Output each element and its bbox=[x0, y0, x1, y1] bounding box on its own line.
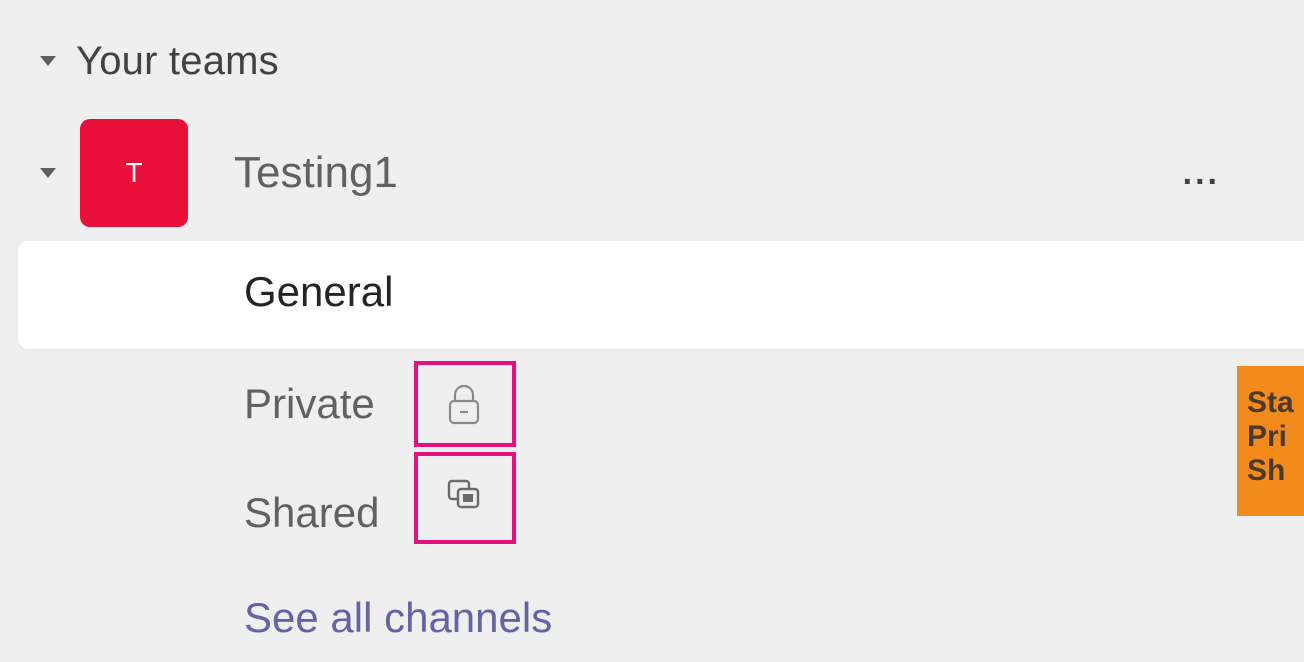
team-name: Testing1 bbox=[234, 148, 398, 197]
section-label: Your teams bbox=[76, 38, 279, 83]
team-avatar: T bbox=[80, 119, 188, 227]
callout-line: Sh bbox=[1247, 454, 1286, 487]
channel-shared-label[interactable]: Shared bbox=[244, 489, 379, 537]
chevron-down-icon bbox=[40, 168, 56, 178]
annotation-callout: Sta Pri Sh bbox=[1237, 366, 1304, 516]
see-all-channels-link[interactable]: See all channels bbox=[244, 594, 552, 642]
channel-general-selected[interactable] bbox=[18, 241, 1304, 349]
teams-sidebar: Your teams T Testing1 ... General Privat… bbox=[0, 0, 1304, 662]
channel-general-label[interactable]: General bbox=[244, 268, 393, 316]
shared-icon-highlight bbox=[414, 452, 516, 544]
private-icon-highlight bbox=[414, 361, 516, 447]
callout-line: Pri bbox=[1247, 420, 1288, 453]
your-teams-header[interactable]: Your teams bbox=[40, 33, 279, 89]
team-item-testing1[interactable]: T Testing1 ... bbox=[40, 118, 1220, 228]
channel-private-label[interactable]: Private bbox=[244, 380, 375, 428]
avatar-initial: T bbox=[125, 157, 143, 188]
chevron-down-icon bbox=[40, 56, 56, 66]
more-options-button[interactable]: ... bbox=[1183, 118, 1220, 228]
callout-line: Sta bbox=[1247, 386, 1294, 419]
